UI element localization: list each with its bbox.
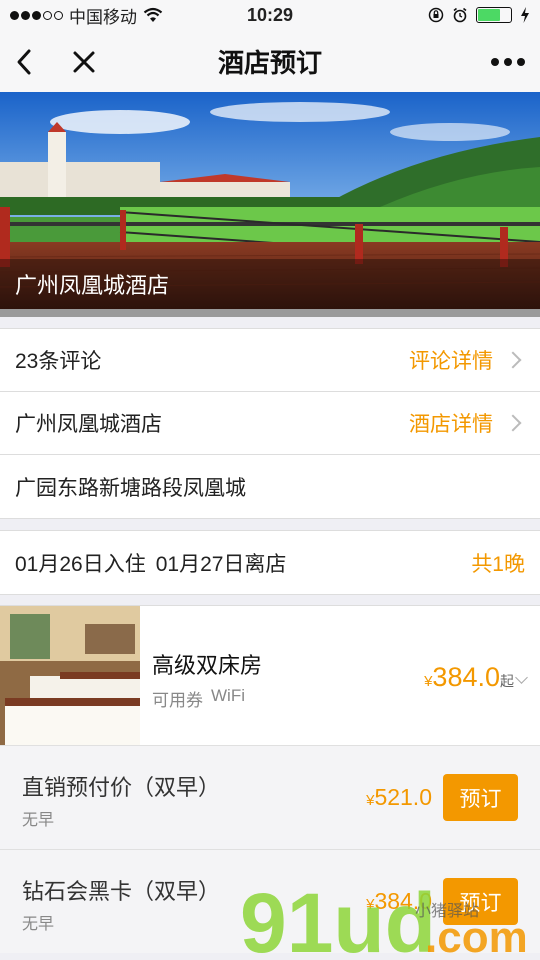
- reviews-row[interactable]: 23条评论 评论详情: [0, 329, 540, 392]
- checkout-date: 01月27日离店: [155, 552, 287, 576]
- hotel-address: 广园东路新塘路段凤凰城: [15, 476, 246, 500]
- close-button[interactable]: [64, 42, 104, 82]
- stay-dates-group: 01月26日入住 01月27日离店 共1晚: [0, 530, 540, 595]
- plan-breakfast: 无早: [22, 916, 55, 933]
- room-photo: [0, 606, 140, 746]
- plan-breakfast: 无早: [22, 812, 55, 829]
- stay-dates-row[interactable]: 01月26日入住 01月27日离店 共1晚: [0, 531, 540, 594]
- hotel-name: 广州凤凰城酒店: [15, 413, 162, 436]
- hero-divider: [0, 309, 540, 317]
- room-price: ¥ 384.0 起: [424, 662, 528, 693]
- wifi-icon: [143, 7, 163, 22]
- plan-price: ¥ 521.0: [366, 784, 432, 811]
- battery-icon: [476, 7, 512, 23]
- hero-caption: 广州凤凰城酒店: [0, 259, 540, 309]
- rate-plan-row: 钻石会黑卡（双早） 无早 ¥ 384.0 预订: [0, 849, 540, 953]
- alarm-icon: [453, 7, 467, 23]
- more-button[interactable]: [488, 42, 528, 82]
- currency-symbol: ¥: [366, 792, 375, 809]
- plan-price-amount: 384.0: [374, 888, 432, 914]
- rate-plan-row: 直销预付价（双早） 无早 ¥ 521.0 预订: [0, 745, 540, 849]
- book-button[interactable]: 预订: [443, 878, 518, 925]
- nav-bar: 酒店预订: [0, 30, 540, 92]
- plan-price-amount: 521.0: [374, 784, 432, 810]
- more-icon: [491, 58, 525, 66]
- currency-symbol: ¥: [424, 673, 433, 690]
- status-bar: 中国移动 10:29: [0, 0, 540, 30]
- room-tags: 可用券 WiFi: [152, 686, 245, 711]
- reviews-detail-link[interactable]: 评论详情: [409, 345, 493, 375]
- currency-symbol: ¥: [366, 896, 375, 913]
- hotel-banner[interactable]: 广州凤凰城酒店: [0, 92, 540, 317]
- charging-icon: [521, 7, 529, 23]
- plan-name: 直销预付价（双早）: [22, 775, 221, 800]
- plan-name: 钻石会黑卡（双早）: [22, 879, 221, 904]
- chevron-right-icon: [504, 414, 522, 432]
- room-name: 高级双床房: [152, 653, 263, 678]
- hotel-info-group: 23条评论 评论详情 广州凤凰城酒店 酒店详情 广园东路新塘路段凤凰城: [0, 328, 540, 519]
- room-price-amount: 384.0: [432, 662, 500, 692]
- hotel-row[interactable]: 广州凤凰城酒店 酒店详情: [0, 392, 540, 455]
- reviews-count: 23条评论: [15, 350, 102, 373]
- close-icon: [73, 51, 95, 73]
- checkin-date: 01月26日入住: [15, 552, 146, 576]
- room-tag: WiFi: [211, 686, 245, 705]
- rotation-lock-icon: [428, 7, 444, 23]
- room-tag: 可用券: [152, 691, 203, 710]
- hotel-detail-link[interactable]: 酒店详情: [409, 408, 493, 438]
- plan-price: ¥ 384.0: [366, 888, 432, 915]
- room-card[interactable]: 高级双床房 可用券 WiFi ¥ 384.0 起: [0, 605, 540, 746]
- carrier-label: 中国移动: [69, 7, 137, 27]
- signal-dots-icon: [10, 10, 63, 20]
- back-chevron-icon: [17, 49, 31, 75]
- chevron-down-icon[interactable]: [515, 671, 528, 684]
- book-button[interactable]: 预订: [443, 774, 518, 821]
- back-button[interactable]: [4, 42, 44, 82]
- address-row: 广园东路新塘路段凤凰城: [0, 455, 540, 518]
- chevron-right-icon: [504, 351, 522, 369]
- nights-count: 共1晚: [471, 552, 525, 576]
- price-from-suffix: 起: [500, 673, 514, 689]
